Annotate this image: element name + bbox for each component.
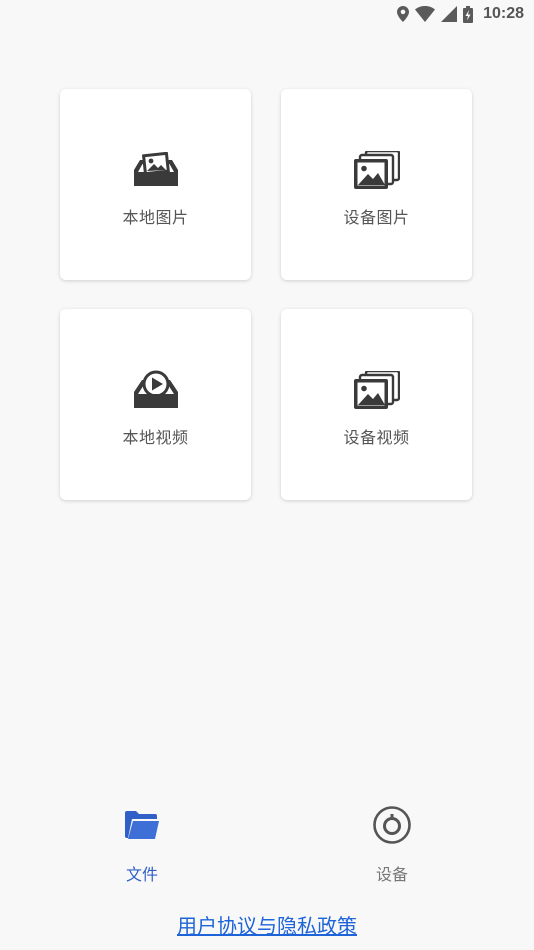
device-images-card[interactable]: 设备图片 [281,89,472,280]
nav-label-device: 设备 [375,865,408,884]
bottom-nav: 文件 设备 [0,805,534,895]
device-videos-card[interactable]: 设备视频 [281,309,472,500]
nav-item-files[interactable]: 文件 [82,805,202,885]
device-video-icon [352,368,402,412]
local-images-card[interactable]: 本地图片 [60,89,251,280]
device-videos-label: 设备视频 [343,428,410,447]
folder-icon [122,805,162,845]
device-image-icon [352,148,402,192]
status-bar: 10:28 [0,0,534,28]
nav-label-files: 文件 [125,865,158,884]
local-image-icon [131,148,181,192]
device-images-label: 设备图片 [343,208,410,227]
local-videos-card[interactable]: 本地视频 [60,309,251,500]
local-video-icon [131,368,181,412]
local-images-label: 本地图片 [122,208,189,227]
user-agreement-privacy-link[interactable]: 用户协议与隐私政策 [0,910,534,939]
status-time: 10:28 [483,5,524,22]
local-videos-label: 本地视频 [122,428,189,447]
nav-item-device[interactable]: 设备 [332,805,452,885]
device-target-icon [372,805,412,845]
wifi-icon [415,6,436,22]
battery-charging-icon [463,5,474,23]
signal-icon [441,6,458,22]
location-icon [397,6,410,22]
